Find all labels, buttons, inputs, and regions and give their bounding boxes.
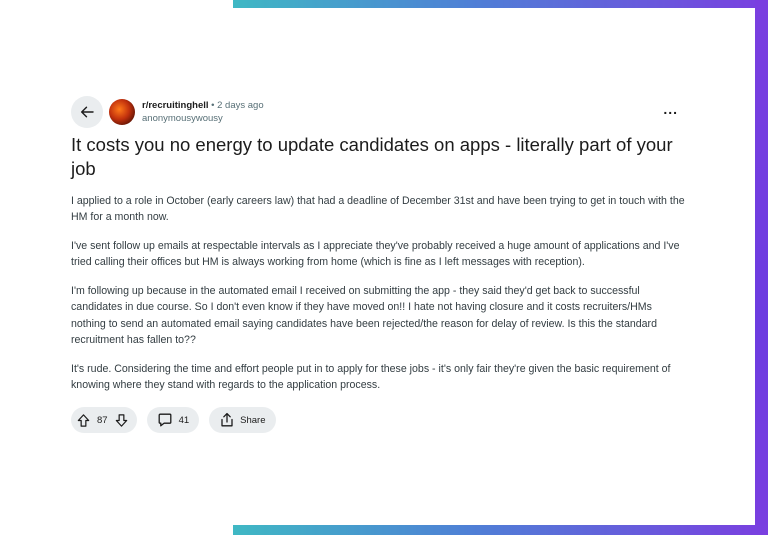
arrow-down-icon[interactable] <box>114 413 129 428</box>
ellipsis-icon: ... <box>663 101 678 117</box>
back-button[interactable] <box>71 96 103 128</box>
post-actions: 87 41 Share <box>71 407 686 434</box>
post-time: 2 days ago <box>217 100 264 111</box>
post-paragraph: I'm following up because in the automate… <box>71 285 657 347</box>
arrow-left-icon <box>79 104 95 120</box>
post-paragraph: I applied to a role in October (early ca… <box>71 195 685 224</box>
meta-separator: • <box>211 100 215 111</box>
share-label: Share <box>240 414 266 426</box>
comment-count: 41 <box>178 414 190 426</box>
subreddit-name[interactable]: r/recruitinghell <box>142 100 209 111</box>
meta-text: r/recruitinghell • 2 days ago anonymousy… <box>142 99 264 125</box>
post-body: I applied to a role in October (early ca… <box>71 193 686 393</box>
share-button[interactable]: Share <box>209 407 276 434</box>
comments-button[interactable]: 41 <box>146 407 200 434</box>
post-paragraph: I've sent follow up emails at respectabl… <box>71 240 680 269</box>
arrow-up-icon[interactable] <box>76 413 91 428</box>
more-options-button[interactable]: ... <box>663 101 678 117</box>
decorative-frame-bottom <box>233 525 768 535</box>
post-paragraph: It's rude. Considering the time and effo… <box>71 362 671 392</box>
post-meta: r/recruitinghell • 2 days ago anonymousy… <box>71 96 686 128</box>
decorative-frame-right <box>755 0 768 535</box>
decorative-frame-top <box>233 0 768 8</box>
speech-bubble-icon <box>157 412 173 428</box>
vote-count: 87 <box>97 414 108 426</box>
subreddit-avatar[interactable] <box>109 99 135 125</box>
post-card: r/recruitinghell • 2 days ago anonymousy… <box>71 96 686 434</box>
post-title: It costs you no energy to update candida… <box>71 134 673 179</box>
author-username[interactable]: anonymousywousy <box>142 112 264 125</box>
vote-control: 87 <box>71 407 137 434</box>
share-icon <box>219 412 235 428</box>
